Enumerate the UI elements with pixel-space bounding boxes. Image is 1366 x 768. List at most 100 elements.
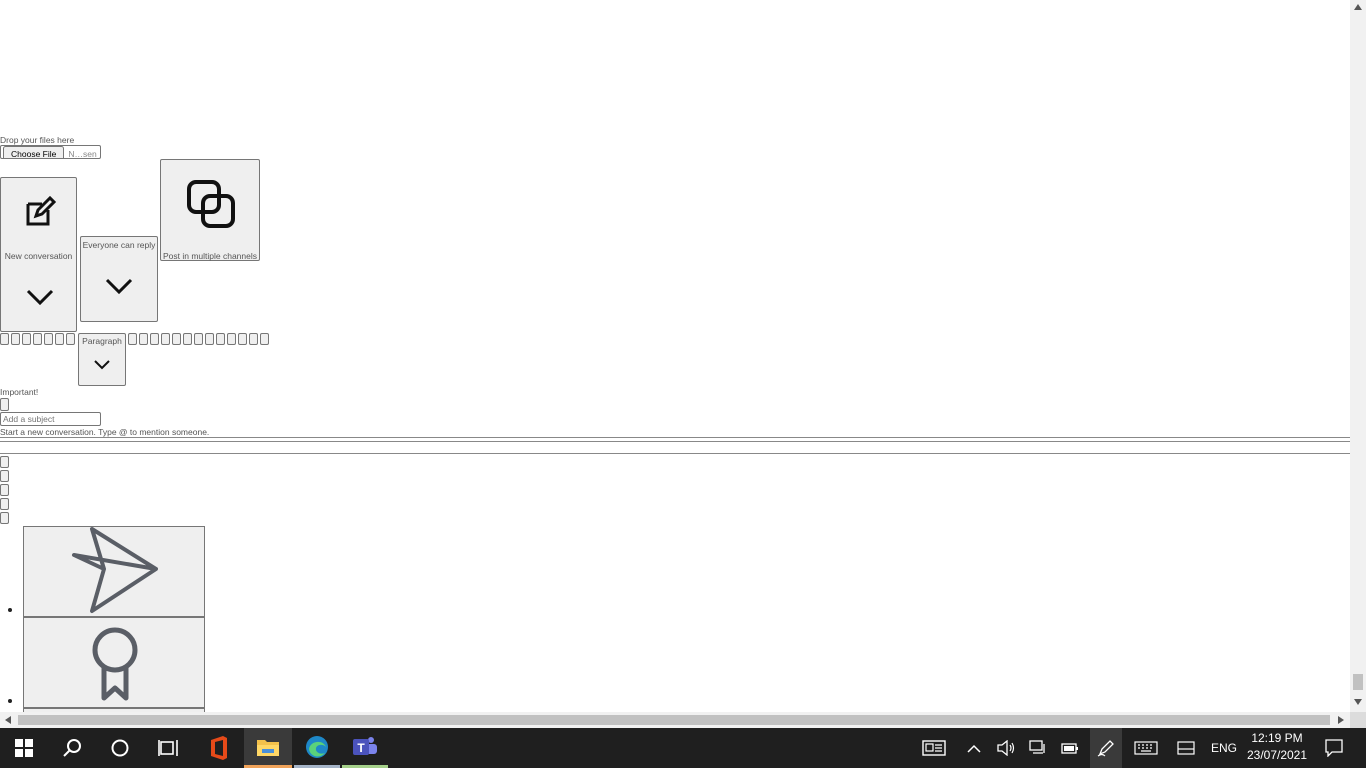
reply-setting-label: Everyone can reply [82,240,156,250]
folder-icon [257,739,279,756]
vertical-scroll-thumb[interactable] [1353,674,1363,690]
search-button[interactable] [48,728,96,768]
pen-workspace-button[interactable] [1090,728,1122,768]
scroll-left-arrow-icon[interactable] [5,716,11,724]
chevron-up-icon [967,744,981,753]
numbered-list-button[interactable] [172,333,181,345]
notification-icon [1325,739,1343,757]
cortana-button[interactable] [96,728,144,768]
news-icon [922,740,946,756]
pen-icon [1097,740,1114,757]
show-hidden-icons-button[interactable] [958,728,990,768]
praise-button[interactable] [23,617,205,708]
list-bullet [8,608,12,612]
network-button[interactable] [1022,728,1054,768]
speaker-icon [997,740,1015,756]
sticker-button[interactable] [0,512,9,524]
font-color-button[interactable] [55,333,64,345]
award-icon [92,627,138,701]
new-conversation-label: New conversation [4,251,73,261]
horizontal-rule-button[interactable] [216,333,225,345]
decrease-indent-button[interactable] [139,333,148,345]
search-icon [63,739,81,757]
emoji-button[interactable] [0,484,9,496]
divider [0,437,1350,440]
multiple-channels-icon [187,180,235,228]
battery-button[interactable] [1054,728,1086,768]
scroll-up-arrow-icon[interactable] [1354,4,1362,10]
teams-button[interactable]: T [342,728,388,768]
windows-logo-icon [15,739,33,757]
office-app-button[interactable] [196,728,242,768]
horizontal-scroll-thumb[interactable] [18,715,1330,725]
post-multiple-channels-button[interactable]: Post in multiple channels [160,159,260,261]
language-indicator[interactable]: ENG [1206,728,1242,768]
attach-button[interactable] [0,470,9,482]
undo-button[interactable] [238,333,247,345]
quote-button[interactable] [183,333,192,345]
list-bullet [8,699,12,703]
send-button[interactable] [23,526,205,617]
scroll-right-arrow-icon[interactable] [1338,716,1344,724]
horizontal-scrollbar[interactable] [0,712,1350,728]
file-drop-input[interactable] [0,145,101,159]
battery-icon [1061,743,1078,754]
file-explorer-button[interactable] [244,728,292,768]
office-icon [211,736,227,760]
task-view-button[interactable] [144,728,192,768]
gif-button[interactable] [0,498,9,510]
link-button[interactable] [194,333,203,345]
teams-compose-page: Drop your files here New conversation Ev… [0,0,1350,712]
chevron-down-icon [105,278,133,294]
clock-date: 23/07/2021 [1246,748,1308,762]
start-button[interactable] [0,728,48,768]
compose-icon [26,196,56,226]
edge-icon [306,735,328,758]
new-conversation-button[interactable]: New conversation [0,177,77,332]
input-panel-icon [1177,741,1195,755]
italic-button[interactable] [11,333,20,345]
paragraph-style-dropdown[interactable]: Paragraph [78,333,126,386]
redo-button[interactable] [249,333,258,345]
task-view-icon [158,740,178,756]
important-label: Important! [0,387,39,397]
scroll-down-arrow-icon[interactable] [1354,699,1362,705]
format-toggle-button[interactable] [0,456,9,468]
teams-icon: T [353,736,377,755]
volume-button[interactable] [990,728,1022,768]
bulleted-list-button[interactable] [161,333,170,345]
font-size-button[interactable] [66,333,75,345]
multi-channel-label: Post in multiple channels [162,251,258,261]
underline-button[interactable] [22,333,31,345]
code-snippet-button[interactable] [205,333,214,345]
scrollbar-corner [1350,712,1366,728]
clock-time: 12:19 PM [1251,731,1303,745]
subject-input[interactable] [0,412,101,426]
action-center-button[interactable] [1318,728,1350,768]
bold-button[interactable] [0,333,9,345]
table-button[interactable] [227,333,236,345]
input-indicator-button[interactable] [1170,728,1202,768]
more-format-button[interactable] [260,333,269,345]
touch-keyboard-button[interactable] [1130,728,1162,768]
drop-files-label: Drop your files here [0,135,75,145]
reply-setting-button[interactable]: Everyone can reply [80,236,158,322]
edge-browser-button[interactable] [294,728,340,768]
keyboard-icon [1134,741,1158,755]
chevron-down-icon [94,360,110,370]
taskbar: T ENG 12:19 PM 23/07/2021 [0,728,1366,768]
svg-text:T: T [357,741,365,755]
chevron-down-icon [26,289,54,305]
vertical-scrollbar[interactable] [1350,0,1366,712]
strikethrough-button[interactable] [33,333,42,345]
message-placeholder: Start a new conversation. Type @ to ment… [0,427,210,437]
increase-indent-button[interactable] [150,333,159,345]
highlight-button[interactable] [44,333,53,345]
message-input[interactable] [0,441,1350,454]
paragraph-label: Paragraph [82,336,122,346]
send-icon [72,527,158,613]
clock[interactable]: 12:19 PM 23/07/2021 [1246,730,1308,766]
important-toggle[interactable] [0,398,9,411]
news-widget-button[interactable] [918,728,950,768]
clear-format-button[interactable] [128,333,137,345]
